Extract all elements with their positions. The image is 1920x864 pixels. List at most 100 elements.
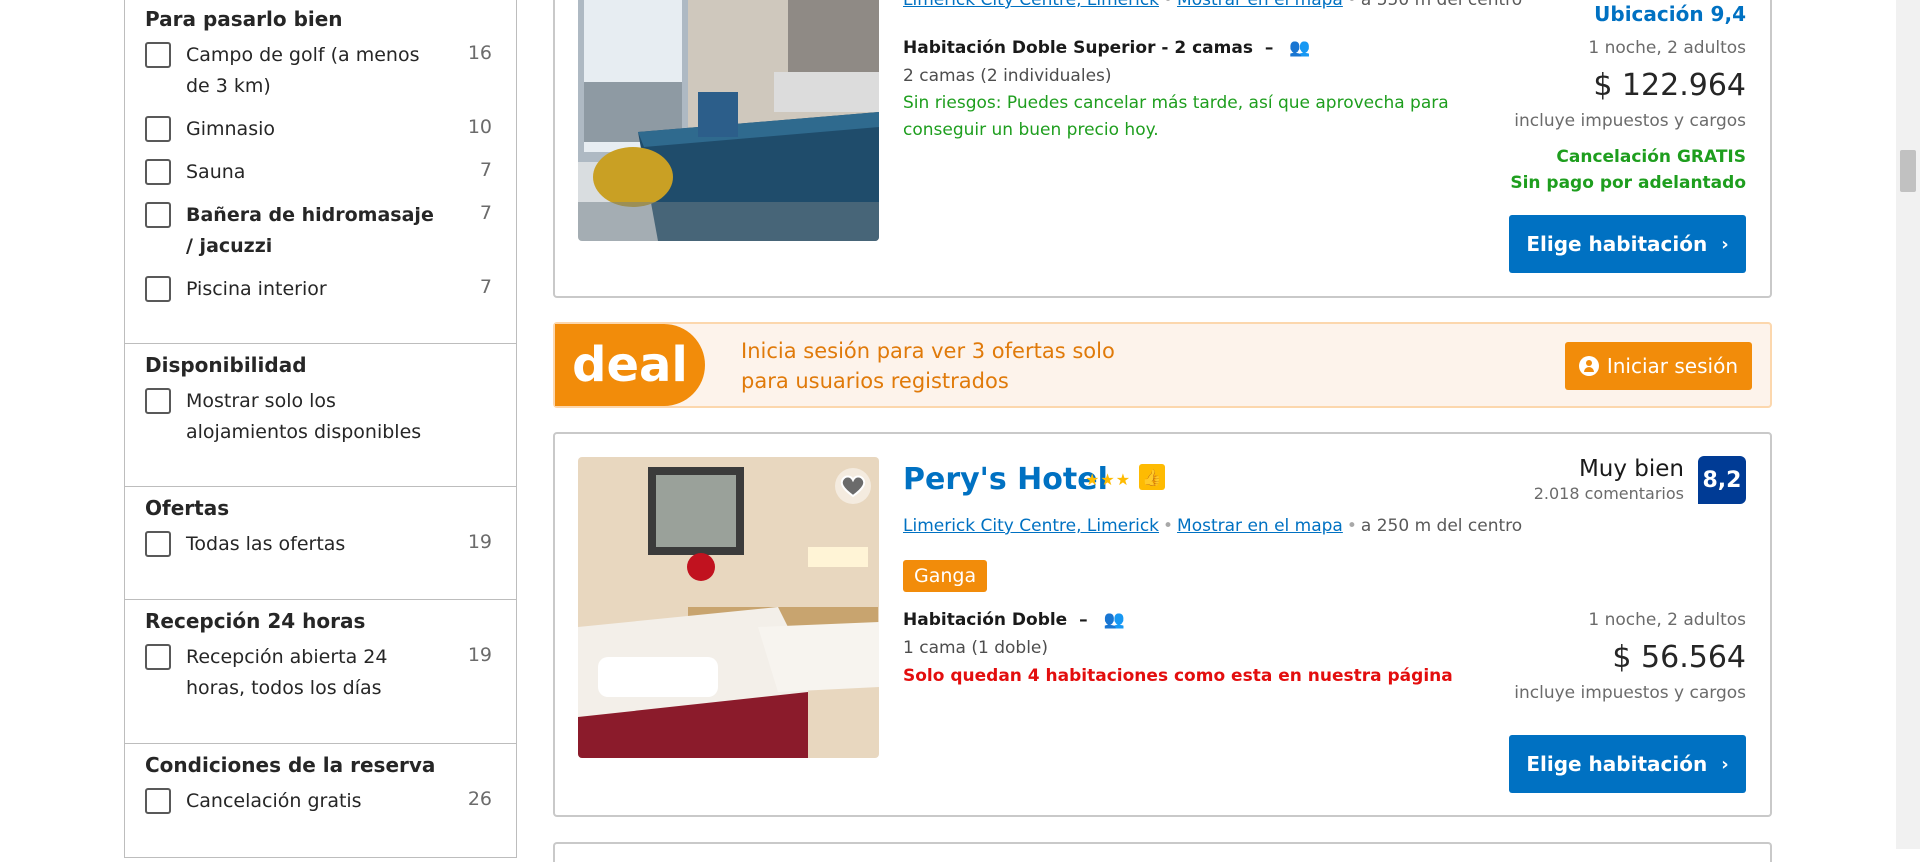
location-link[interactable]: Limerick City Centre, Limerick: [903, 0, 1159, 10]
checkbox[interactable]: [145, 531, 171, 557]
filter-option-label: Gimnasio: [186, 118, 275, 140]
room-title: Habitación Doble: [903, 610, 1068, 630]
location-score: Ubicación 9,4: [1594, 2, 1746, 26]
filter-option-count: 19: [467, 644, 492, 666]
filters-sidebar: Para pasarlo bien Campo de golf (a menos…: [124, 0, 517, 858]
property-card: Limerick City Centre, Limerick • Mostrar e…: [553, 0, 1772, 298]
filter-option-24h-reception[interactable]: Recepción abierta 24 horas, todos los dí…: [145, 642, 492, 704]
separator-dot: •: [1163, 0, 1174, 10]
property-card: Pery's Hotel ★★★ 👍 Limerick City Centre,…: [553, 432, 1772, 817]
review-score-badge[interactable]: 8,2: [1698, 456, 1746, 504]
scrollbar-thumb[interactable]: [1900, 150, 1916, 192]
free-cancellation: Cancelación GRATIS: [1556, 147, 1746, 167]
distance-text: a 250 m del centro: [1360, 516, 1523, 536]
filter-option-indoor-pool[interactable]: Piscina interior 7: [145, 274, 492, 305]
filter-option-all-deals[interactable]: Todas las ofertas 19: [145, 529, 492, 560]
filter-group-title: Disponibilidad: [145, 353, 307, 377]
separator-dot: •: [1346, 516, 1357, 536]
button-label: Elige habitación: [1526, 232, 1708, 256]
separator-dot: •: [1163, 516, 1174, 536]
filter-group-fun: Para pasarlo bien Campo de golf (a menos…: [125, 0, 516, 344]
filter-group-title: Condiciones de la reserva: [145, 753, 436, 777]
filter-option-available-only[interactable]: Mostrar solo los alojamientos disponible…: [145, 386, 492, 448]
checkbox[interactable]: [145, 788, 171, 814]
checkbox[interactable]: [145, 116, 171, 142]
star-rating: ★★★: [1085, 470, 1132, 489]
property-card: [553, 842, 1772, 862]
checkbox[interactable]: [145, 202, 171, 228]
hotel-name[interactable]: Pery's Hotel: [903, 462, 1108, 497]
separator-dot: •: [1346, 0, 1357, 10]
dash: –: [1079, 610, 1088, 630]
room-title: Habitación Doble Superior - 2 camas: [903, 38, 1253, 58]
filter-group-booking-conditions: Condiciones de la reserva Cancelación gr…: [125, 744, 516, 864]
filter-option-label: Cancelación gratis: [186, 790, 362, 812]
checkbox[interactable]: [145, 159, 171, 185]
beds-text: 2 camas (2 individuales): [903, 66, 1112, 86]
hotel-photo[interactable]: [578, 0, 879, 241]
filter-group-reception: Recepción 24 horas Recepción abierta 24 …: [125, 600, 516, 744]
filter-option-free-cancellation[interactable]: Cancelación gratis 26: [145, 786, 492, 817]
map-link[interactable]: Mostrar en el mapa: [1177, 516, 1343, 536]
filter-option-label: Recepción abierta 24 horas, todos los dí…: [186, 646, 388, 699]
filter-option-label: Sauna: [186, 161, 246, 183]
filter-option-label: Todas las ofertas: [186, 533, 346, 555]
checkbox[interactable]: [145, 276, 171, 302]
taxes-note: incluye impuestos y cargos: [1514, 683, 1746, 703]
deal-banner: deal Inicia sesión para ver 3 ofertas so…: [553, 322, 1772, 408]
price-block: 1 noche, 2 adultos $ 56.564 incluye impu…: [1514, 610, 1746, 703]
filter-option-count: 19: [467, 531, 492, 553]
nights-adults: 1 noche, 2 adultos: [1588, 610, 1746, 630]
map-link[interactable]: Mostrar en el mapa: [1177, 0, 1343, 10]
review-score-word[interactable]: Muy bien: [1579, 456, 1684, 482]
location-link[interactable]: Limerick City Centre, Limerick: [903, 516, 1159, 536]
distance-text: a 550 m del centro: [1360, 0, 1523, 10]
filter-option-label: Campo de golf (a menos de 3 km): [186, 44, 420, 97]
filter-group-title: Ofertas: [145, 496, 230, 520]
filter-option-sauna[interactable]: Sauna 7: [145, 157, 492, 188]
choose-room-button[interactable]: Elige habitación ›: [1509, 735, 1746, 793]
heart-icon[interactable]: [834, 467, 872, 505]
chevron-right-icon: ›: [1721, 753, 1729, 775]
price-block: 1 noche, 2 adultos $ 122.964 incluye imp…: [1510, 38, 1746, 193]
filter-option-jacuzzi[interactable]: Bañera de hidromasaje / jacuzzi 7: [145, 200, 492, 262]
filter-option-golf[interactable]: Campo de golf (a menos de 3 km) 16: [145, 40, 492, 102]
signin-button[interactable]: Iniciar sesión: [1564, 342, 1752, 390]
thumbs-up-icon: 👍: [1139, 464, 1165, 490]
checkbox[interactable]: [145, 42, 171, 68]
filter-group-deals: Ofertas Todas las ofertas 19: [125, 487, 516, 600]
room-title-row: Habitación Doble Superior - 2 camas – 👥: [903, 38, 1311, 58]
deal-badge: deal: [555, 324, 705, 406]
scrollbar[interactable]: [1896, 0, 1920, 849]
filter-option-label: Piscina interior: [186, 278, 327, 300]
taxes-note: incluye impuestos y cargos: [1514, 111, 1746, 131]
hotel-photo[interactable]: [578, 457, 879, 758]
filter-option-count: 7: [479, 159, 492, 181]
beds-text: 1 cama (1 doble): [903, 638, 1049, 658]
deal-message: Inicia sesión para ver 3 ofertas solo pa…: [741, 339, 1115, 393]
signin-label: Iniciar sesión: [1606, 354, 1738, 378]
filter-option-count: 10: [467, 116, 492, 138]
risk-free-message: Sin riesgos: Puedes cancelar más tarde, …: [903, 93, 1449, 140]
no-prepayment: Sin pago por adelantado: [1510, 173, 1746, 193]
filter-option-count: 26: [467, 788, 492, 810]
location-row: Limerick City Centre, Limerick • Mostrar e…: [903, 0, 1522, 10]
price: $ 122.964: [1593, 68, 1746, 103]
checkbox[interactable]: [145, 388, 171, 414]
choose-room-button[interactable]: Elige habitación ›: [1509, 215, 1746, 273]
checkbox[interactable]: [145, 644, 171, 670]
user-icon: [1578, 356, 1599, 376]
scarcity-message: Solo quedan 4 habitaciones como esta en …: [903, 666, 1453, 686]
filter-group-title: Recepción 24 horas: [145, 609, 366, 633]
room-title-row: Habitación Doble – 👥: [903, 610, 1126, 630]
price: $ 56.564: [1612, 640, 1746, 675]
dash: –: [1264, 38, 1274, 58]
filter-option-label: Mostrar solo los alojamientos disponible…: [186, 390, 422, 443]
deal-badge: Ganga: [903, 560, 988, 592]
location-row: Limerick City Centre, Limerick • Mostrar e…: [903, 516, 1522, 536]
filter-option-gym[interactable]: Gimnasio 10: [145, 114, 492, 145]
review-count[interactable]: 2.018 comentarios: [1534, 484, 1684, 503]
people-icon: 👥: [1289, 38, 1312, 58]
people-icon: 👥: [1103, 610, 1126, 630]
filter-option-count: 7: [479, 276, 492, 298]
